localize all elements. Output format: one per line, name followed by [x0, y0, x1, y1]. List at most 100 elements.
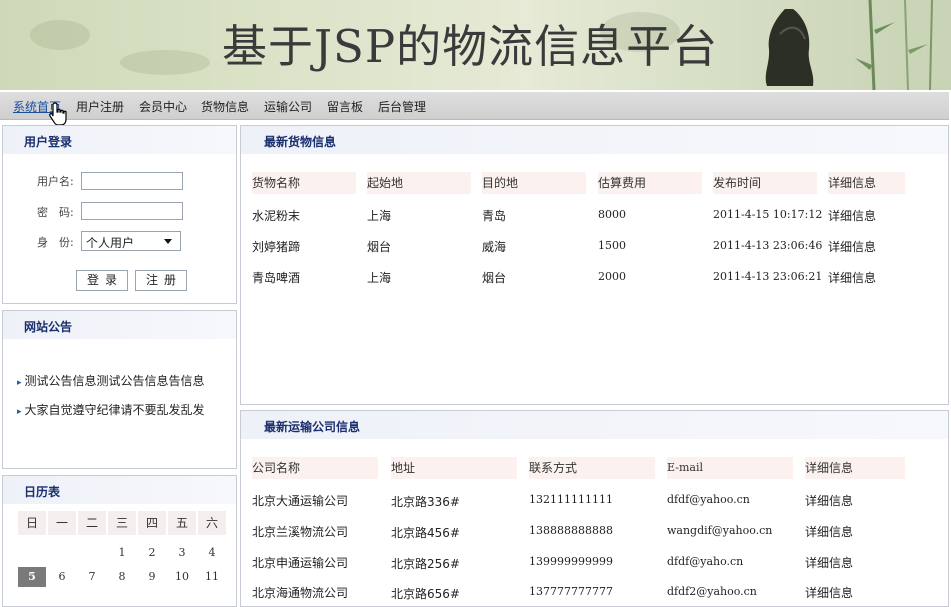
companies-panel-header: 最新运输公司信息 — [241, 411, 948, 439]
calendar-day[interactable]: 2 — [138, 543, 166, 563]
company-cell-address: 北京路656# — [391, 587, 460, 601]
cargo-cell-cost: 2000 — [598, 270, 626, 283]
calendar-day-today[interactable]: 5 — [18, 567, 46, 587]
ink-figure-image — [765, 9, 814, 86]
calendar-day[interactable]: 3 — [168, 543, 196, 563]
nav-message-board[interactable]: 留言板 — [327, 98, 363, 115]
company-cell-address: 北京路336# — [391, 495, 460, 509]
weekday-mon: 一 — [48, 511, 76, 535]
notice-item[interactable]: ▸ 大家自觉遵守纪律请不要乱发乱发 — [17, 401, 205, 418]
chevron-down-icon — [164, 239, 172, 244]
company-header-contact: 联系方式 — [529, 457, 655, 479]
company-cell-contact: 138888888888 — [529, 524, 613, 537]
company-header-detail: 详细信息 — [805, 457, 905, 479]
role-label: 身 份: — [37, 236, 74, 249]
password-input[interactable] — [81, 202, 183, 220]
weekday-tue: 二 — [78, 511, 106, 535]
company-header-name: 公司名称 — [252, 457, 378, 479]
company-cell-address: 北京路256# — [391, 557, 460, 571]
cargo-cell-name: 水泥粉末 — [252, 209, 301, 223]
nav-transport-company[interactable]: 运输公司 — [264, 98, 312, 115]
company-detail-link[interactable]: 详细信息 — [805, 554, 853, 571]
login-panel-header: 用户登录 — [3, 126, 236, 154]
notice-item[interactable]: ▸ 测试公告信息测试公告信息告信息 — [17, 372, 205, 389]
companies-panel: 最新运输公司信息 公司名称 地址 联系方式 E-mail 详细信息 北京大通运输… — [240, 410, 949, 607]
company-detail-link[interactable]: 详细信息 — [805, 523, 853, 540]
cargo-detail-link[interactable]: 详细信息 — [828, 269, 876, 286]
bullet-icon: ▸ — [17, 407, 22, 417]
calendar-day[interactable]: 10 — [168, 567, 196, 587]
company-detail-link[interactable]: 详细信息 — [805, 492, 853, 509]
cargo-header-time: 发布时间 — [713, 172, 817, 194]
cargo-detail-link[interactable]: 详细信息 — [828, 207, 876, 224]
notice-panel-header: 网站公告 — [3, 311, 236, 339]
weekday-thu: 四 — [138, 511, 166, 535]
notice-panel-title: 网站公告 — [24, 320, 73, 334]
company-cell-email: dfdf@yahoo.cn — [667, 493, 750, 506]
cargo-cell-cost: 8000 — [598, 208, 626, 221]
cargo-cell-origin: 上海 — [367, 271, 392, 285]
company-header-address: 地址 — [391, 457, 517, 479]
password-label: 密 码: — [37, 206, 74, 219]
bamboo-decoration — [855, 0, 933, 90]
calendar-day[interactable]: 9 — [138, 567, 166, 587]
main-nav: 系统首页 用户注册 会员中心 货物信息 运输公司 留言板 后台管理 — [0, 92, 949, 120]
cargo-header-detail: 详细信息 — [828, 172, 905, 194]
cargo-panel-title: 最新货物信息 — [264, 135, 337, 149]
cargo-cell-origin: 上海 — [367, 209, 392, 223]
cargo-panel-header: 最新货物信息 — [241, 126, 948, 154]
cargo-cell-cost: 1500 — [598, 239, 626, 252]
cargo-header-cost: 估算费用 — [598, 172, 702, 194]
company-detail-link[interactable]: 详细信息 — [805, 584, 853, 601]
company-cell-name: 北京申通运输公司 — [252, 556, 349, 570]
banner-texture — [30, 20, 90, 50]
cargo-cell-time: 2011-4-13 23:06:46 — [713, 239, 823, 252]
cargo-cell-destination: 威海 — [482, 240, 507, 254]
calendar-day[interactable]: 8 — [108, 567, 136, 587]
weekday-fri: 五 — [168, 511, 196, 535]
calendar-panel-title: 日历表 — [24, 485, 61, 499]
company-cell-contact: 137777777777 — [529, 585, 613, 598]
cargo-header-name: 货物名称 — [252, 172, 356, 194]
cargo-cell-name: 刘婷猪蹄 — [252, 240, 301, 254]
companies-panel-title: 最新运输公司信息 — [264, 420, 361, 434]
company-cell-address: 北京路456# — [391, 526, 460, 540]
role-select-value: 个人用户 — [86, 236, 135, 250]
calendar-panel-header: 日历表 — [3, 476, 236, 504]
company-cell-email: dfdf2@yahoo.cn — [667, 585, 757, 598]
cargo-detail-link[interactable]: 详细信息 — [828, 238, 876, 255]
company-cell-email: wangdif@yahoo.cn — [667, 524, 773, 537]
site-banner: 基于JSP的物流信息平台 — [0, 0, 951, 90]
nav-cargo-info[interactable]: 货物信息 — [201, 98, 249, 115]
banner-texture — [120, 50, 210, 75]
calendar-day[interactable]: 1 — [108, 543, 136, 563]
login-button[interactable]: 登录 — [76, 270, 128, 291]
nav-register[interactable]: 用户注册 — [76, 98, 124, 115]
nav-admin[interactable]: 后台管理 — [378, 98, 426, 115]
weekday-sat: 六 — [198, 511, 226, 535]
company-cell-name: 北京海通物流公司 — [252, 586, 349, 600]
nav-member-center[interactable]: 会员中心 — [139, 98, 187, 115]
username-label: 用户名: — [37, 175, 74, 188]
cargo-cell-time: 2011-4-15 10:17:12 — [713, 208, 823, 221]
login-panel-title: 用户登录 — [24, 135, 73, 149]
hand-cursor-icon — [49, 102, 67, 126]
notice-item-text: 大家自觉遵守纪律请不要乱发乱发 — [24, 403, 205, 417]
register-button[interactable]: 注册 — [135, 270, 187, 291]
calendar-day[interactable]: 4 — [198, 543, 226, 563]
login-panel: 用户登录 用户名: 密 码: 身 份: 个人用户 登录 注册 — [2, 125, 237, 304]
cargo-cell-destination: 青岛 — [482, 209, 507, 223]
cargo-cell-name: 青岛啤酒 — [252, 271, 301, 285]
calendar-day[interactable]: 11 — [198, 567, 226, 587]
cargo-panel: 最新货物信息 货物名称 起始地 目的地 估算费用 发布时间 详细信息 水泥粉末 … — [240, 125, 949, 405]
company-cell-email: dfdf@yaho.cn — [667, 555, 744, 568]
calendar-day[interactable]: 7 — [78, 567, 106, 587]
notice-item-text: 测试公告信息测试公告信息告信息 — [24, 374, 205, 388]
username-input[interactable] — [81, 172, 183, 190]
weekday-wed: 三 — [108, 511, 136, 535]
cargo-cell-destination: 烟台 — [482, 271, 507, 285]
calendar-day[interactable]: 6 — [48, 567, 76, 587]
notice-panel: 网站公告 ▸ 测试公告信息测试公告信息告信息 ▸ 大家自觉遵守纪律请不要乱发乱发 — [2, 310, 237, 469]
cargo-header-origin: 起始地 — [367, 172, 471, 194]
role-select[interactable]: 个人用户 — [81, 231, 181, 251]
